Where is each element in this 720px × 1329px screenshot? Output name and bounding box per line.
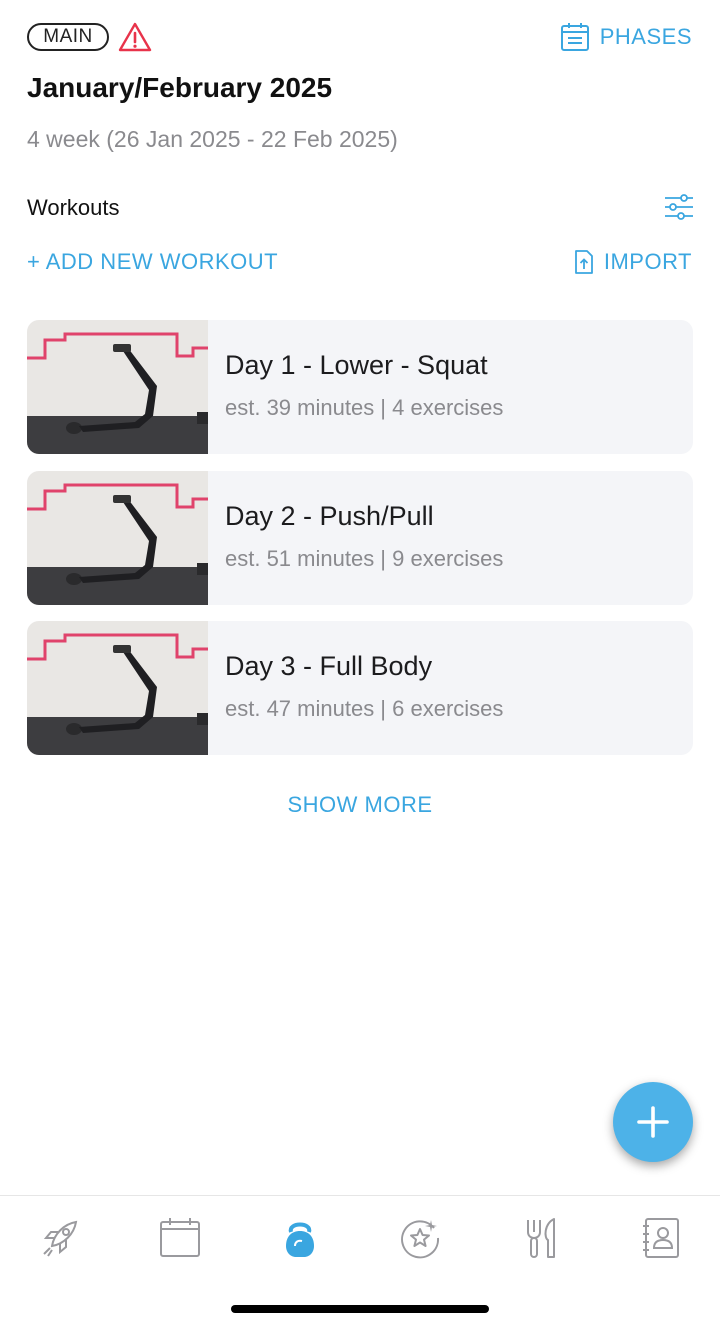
- star-badge-icon[interactable]: [398, 1216, 442, 1260]
- workout-card-day-2[interactable]: Day 2 - Push/Pull est. 51 minutes | 9 ex…: [27, 471, 693, 605]
- calendar-list-icon: [560, 23, 589, 51]
- workout-title: Day 2 - Push/Pull: [225, 501, 434, 531]
- filter-sliders-icon[interactable]: [664, 193, 694, 221]
- kettlebell-icon[interactable]: [278, 1216, 322, 1260]
- rocket-icon[interactable]: [38, 1216, 82, 1260]
- workout-thumbnail: [27, 320, 208, 454]
- calendar-icon[interactable]: [158, 1216, 202, 1260]
- workout-title: Day 1 - Lower - Squat: [225, 350, 488, 380]
- import-button[interactable]: IMPORT: [574, 249, 692, 275]
- workout-meta: est. 47 minutes | 6 exercises: [225, 696, 504, 721]
- import-label: IMPORT: [603, 249, 692, 274]
- fork-knife-icon[interactable]: [520, 1216, 564, 1260]
- phases-label: PHASES: [599, 24, 692, 49]
- phase-dates: 4 week (26 Jan 2025 - 22 Feb 2025): [27, 126, 398, 152]
- workout-thumbnail: [27, 471, 208, 605]
- phase-title: January/February 2025: [27, 72, 333, 103]
- workout-meta: est. 51 minutes | 9 exercises: [225, 546, 504, 571]
- plus-icon: [637, 1106, 669, 1138]
- workout-card-day-3[interactable]: Day 3 - Full Body est. 47 minutes | 6 ex…: [27, 621, 693, 755]
- add-new-workout-button[interactable]: + ADD NEW WORKOUT: [27, 249, 278, 275]
- workout-thumbnail: [27, 621, 208, 755]
- home-indicator: [231, 1305, 489, 1313]
- main-badge[interactable]: MAIN: [27, 23, 109, 51]
- workout-meta: est. 39 minutes | 4 exercises: [225, 395, 504, 420]
- phases-button[interactable]: PHASES: [560, 20, 692, 54]
- add-fab-button[interactable]: [613, 1082, 693, 1162]
- workout-card-day-1[interactable]: Day 1 - Lower - Squat est. 39 minutes | …: [27, 320, 693, 454]
- workouts-heading: Workouts: [27, 195, 120, 220]
- contact-book-icon[interactable]: [640, 1216, 684, 1260]
- show-more-button[interactable]: SHOW MORE: [0, 792, 720, 818]
- warning-icon[interactable]: [118, 22, 152, 52]
- file-upload-icon: [574, 250, 593, 274]
- workout-title: Day 3 - Full Body: [225, 651, 433, 681]
